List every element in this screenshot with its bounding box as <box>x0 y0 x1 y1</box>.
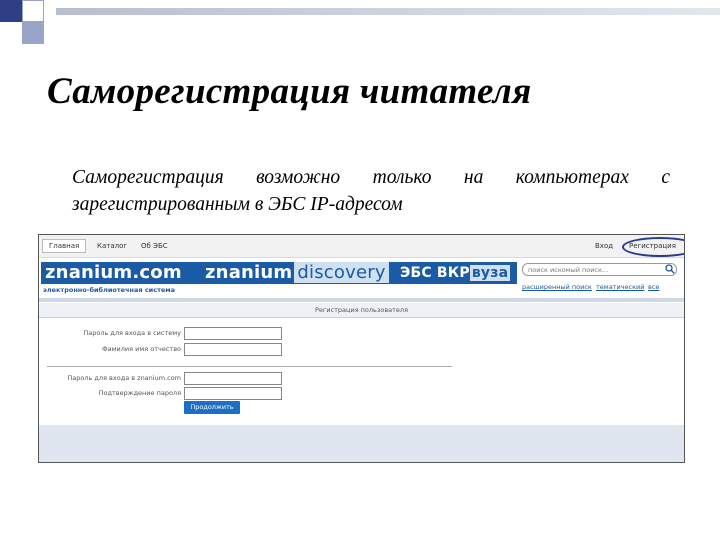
vkr-logo-suffix: вуза <box>469 265 511 281</box>
top-decor-bar <box>56 8 720 15</box>
website-screenshot: Главная Каталог Об ЭБС Вход Регистрация … <box>38 234 685 463</box>
link-thematic[interactable]: тематический <box>596 283 644 291</box>
corner-square-light <box>22 22 44 44</box>
vkr-logo-main: ЭБС ВКР <box>400 265 470 281</box>
slide-body-text: Саморегистрация возможно только на компь… <box>72 167 670 215</box>
field4-label: Подтверждение пароля <box>98 389 181 397</box>
site-navbar: Главная Каталог Об ЭБС Вход Регистрация <box>39 235 684 258</box>
nav-about[interactable]: Об ЭБС <box>141 242 168 250</box>
link-advanced-search[interactable]: расширенный поиск <box>522 283 592 291</box>
nav-login[interactable]: Вход <box>595 242 613 250</box>
site-footer <box>39 425 684 462</box>
field1-label: Пароль для входа в систему <box>83 329 181 337</box>
nav-home[interactable]: Главная <box>42 239 87 253</box>
ebs-vkr-logo[interactable]: ЭБС ВКР вуза <box>396 262 517 284</box>
discovery-logo-main: znanium <box>205 262 293 283</box>
field3-input[interactable] <box>184 372 282 385</box>
submit-button[interactable]: Продолжить <box>184 401 240 414</box>
slide-title: Саморегистрация читателя <box>47 71 532 112</box>
nav-catalog[interactable]: Каталог <box>97 242 127 250</box>
field3-label: Пароль для входа в znanium.com <box>67 374 181 382</box>
registration-header: Регистрация пользователя <box>39 303 684 318</box>
header-separator <box>39 298 684 302</box>
field2-label: Фамилия имя отчество <box>102 345 181 353</box>
form-divider <box>47 366 452 367</box>
site-tagline: электронно-библиотечная система <box>43 286 175 294</box>
search-input[interactable]: поиск искомый поиск... <box>522 263 677 276</box>
corner-square-dark <box>0 0 22 22</box>
corner-square-outline <box>22 0 44 22</box>
link-all[interactable]: все <box>648 283 659 291</box>
znanium-logo[interactable]: znanium.com <box>41 262 205 284</box>
field1-input[interactable] <box>184 327 282 340</box>
field4-input[interactable] <box>184 387 282 400</box>
search-icon[interactable] <box>665 264 675 274</box>
discovery-logo-suffix: discovery <box>294 262 389 283</box>
field2-input[interactable] <box>184 343 282 356</box>
corner-square-gap <box>44 0 56 22</box>
znanium-discovery-logo[interactable]: znanium discovery <box>201 262 401 284</box>
